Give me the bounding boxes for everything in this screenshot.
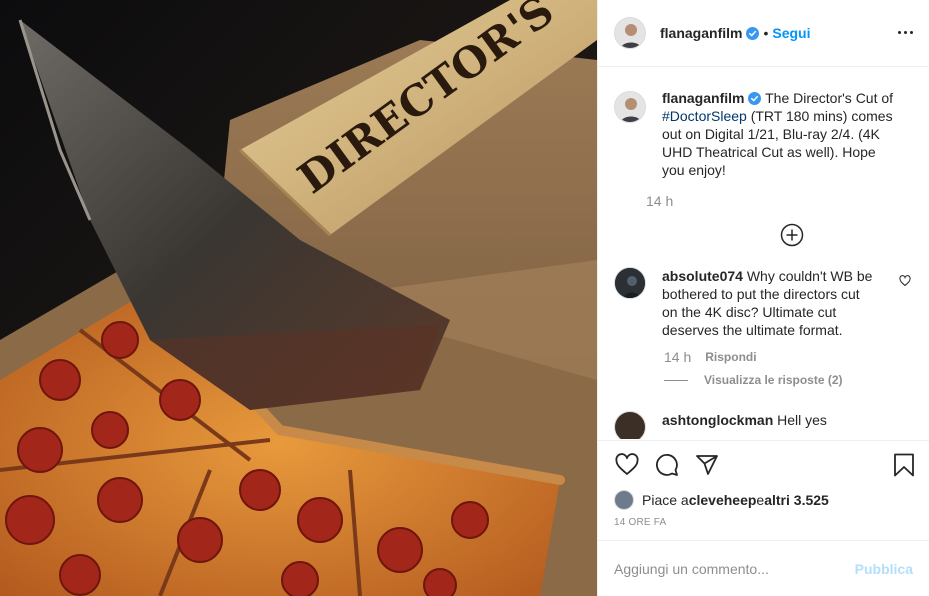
caption-text-before: The Director's Cut of <box>761 90 894 106</box>
likes-count-link[interactable]: altri 3.525 <box>764 492 829 508</box>
reply-button[interactable]: Rispondi <box>705 350 756 364</box>
view-replies-button[interactable]: Visualizza le risposte (2) <box>664 373 913 387</box>
commenter-avatar[interactable] <box>614 411 646 439</box>
post-sidebar: flanaganfilm • Segui flanaganfilm The Di… <box>597 0 929 596</box>
publish-button[interactable]: Pubblica <box>855 561 913 577</box>
comment-time[interactable]: 14 h <box>664 349 691 365</box>
post-caption: flanaganfilm The Director's Cut of #Doct… <box>614 67 913 209</box>
caption-author-avatar[interactable] <box>614 91 646 123</box>
post-header: flanaganfilm • Segui <box>598 0 929 67</box>
post-timestamp[interactable]: 14 ORE FA <box>614 517 913 529</box>
post-photo[interactable]: DIRECTOR'S <box>0 0 597 596</box>
comment-like-icon[interactable] <box>899 275 911 287</box>
header-separator: • <box>763 25 769 41</box>
heart-icon[interactable] <box>614 452 640 478</box>
share-icon[interactable] <box>694 452 720 478</box>
commenter-username[interactable]: absolute074 <box>662 268 743 284</box>
author-avatar[interactable] <box>614 17 646 49</box>
load-more <box>614 223 913 247</box>
comment-input[interactable] <box>614 560 855 577</box>
commenter-username[interactable]: ashtonglockman <box>662 412 773 428</box>
replies-divider <box>664 379 688 381</box>
comment-icon[interactable] <box>654 452 680 478</box>
likes-prefix: Piace a <box>642 492 689 508</box>
comment-item: ashtonglockman Hell yes <box>614 411 913 439</box>
load-more-icon[interactable] <box>780 223 804 247</box>
add-comment-bar: Pubblica <box>598 540 929 596</box>
caption-time[interactable]: 14 h <box>646 193 902 209</box>
more-options-icon[interactable] <box>895 22 915 42</box>
follow-button[interactable]: Segui <box>772 25 810 41</box>
comment-text: ashtonglockman Hell yes <box>662 411 874 439</box>
pizza-axe-image: DIRECTOR'S <box>0 0 597 596</box>
commenter-avatar[interactable] <box>614 267 646 299</box>
verified-badge-icon <box>746 26 760 40</box>
comment-item: absolute074 Why couldn't WB be bothered … <box>614 267 913 339</box>
comment-text: absolute074 Why couldn't WB be bothered … <box>662 267 874 339</box>
caption-hashtag[interactable]: #DoctorSleep <box>662 108 747 124</box>
caption-text: flanaganfilm The Director's Cut of #Doct… <box>662 89 902 179</box>
verified-badge-icon <box>748 92 762 105</box>
instagram-post-modal: DIRECTOR'S flanaganfilm • Segui flanagan… <box>0 0 929 596</box>
post-actions: Piace a cleveheep e altri 3.525 14 ORE F… <box>598 440 929 529</box>
liker-avatar[interactable] <box>614 490 634 510</box>
comment-content: Hell yes <box>773 412 827 428</box>
liker-username[interactable]: cleveheep <box>689 492 757 508</box>
action-icons <box>614 441 914 489</box>
comment-meta: 14 h Rispondi <box>664 349 913 365</box>
likes-summary: Piace a cleveheep e altri 3.525 <box>614 489 913 511</box>
likes-middle: e <box>756 492 765 508</box>
caption-username[interactable]: flanaganfilm <box>662 90 744 106</box>
author-username[interactable]: flanaganfilm <box>660 25 742 41</box>
view-replies-label: Visualizza le risposte (2) <box>704 373 843 387</box>
comments-section[interactable]: flanaganfilm The Director's Cut of #Doct… <box>598 67 929 439</box>
bookmark-icon[interactable] <box>891 452 917 478</box>
